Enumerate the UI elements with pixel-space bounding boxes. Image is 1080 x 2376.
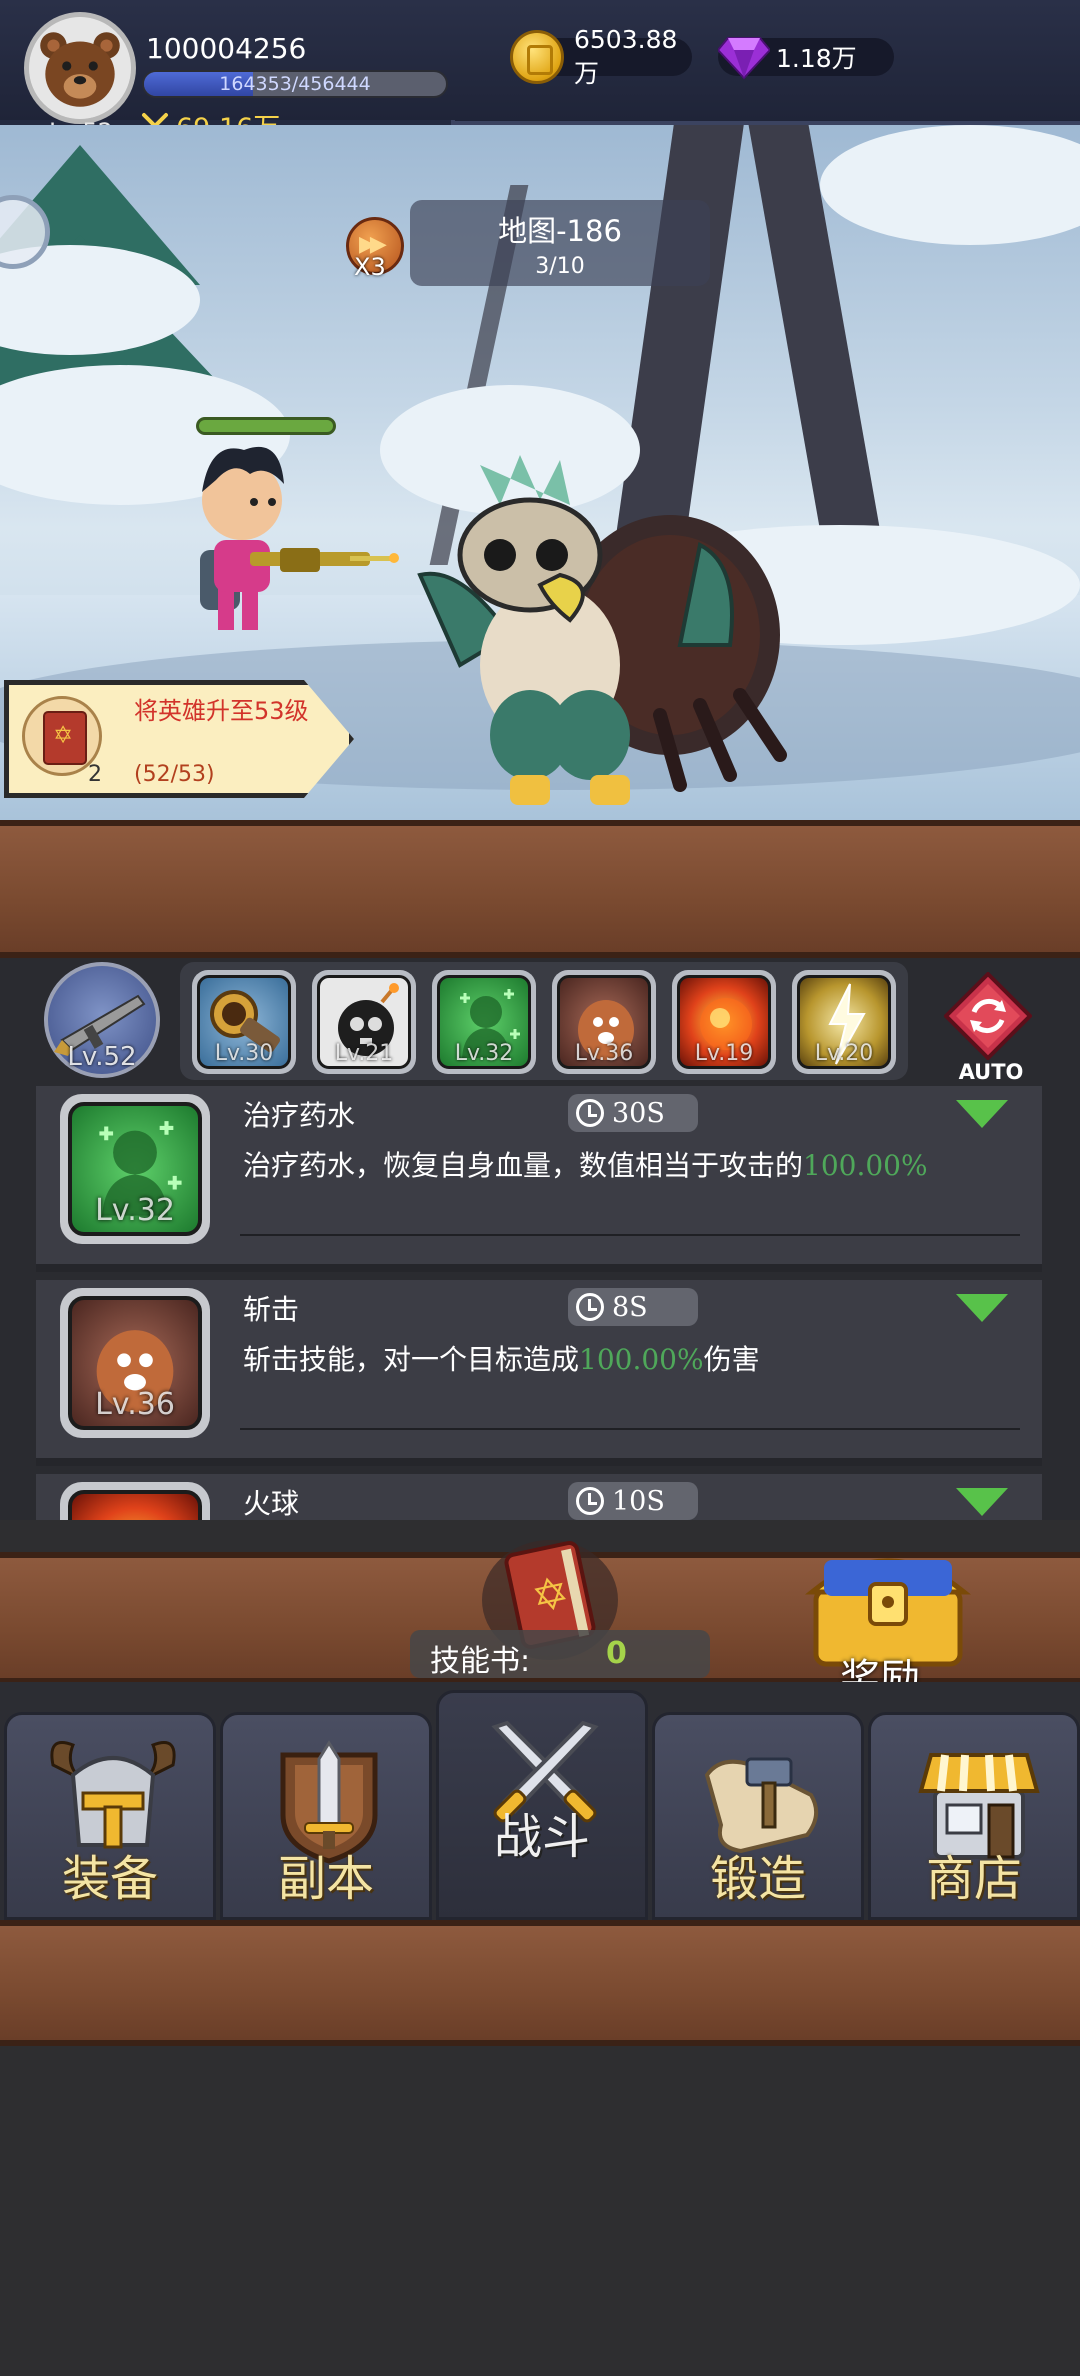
wood-divider — [0, 820, 1080, 958]
bear-avatar-icon — [29, 17, 131, 119]
skill-slot[interactable]: Lv.20 — [792, 970, 896, 1074]
skill-slot-level: Lv.32 — [454, 1041, 514, 1066]
skill-description: 治疗药水，恢复自身血量，数值相当于攻击的100.00% — [243, 1144, 928, 1184]
skill-card-icon: Lv.36 — [60, 1288, 210, 1438]
quest-banner[interactable]: 2 将英雄升至53级 (52/53) — [4, 680, 354, 798]
quest-progress: (52/53) — [134, 762, 215, 787]
nav-dungeon[interactable]: 副本 — [220, 1712, 432, 1920]
skill-name: 治疗药水 — [243, 1099, 356, 1132]
wood-divider — [0, 1920, 1080, 2046]
weapon-slot[interactable]: Lv.52 — [44, 962, 160, 1078]
skill-slot[interactable]: Lv.30 — [192, 970, 296, 1074]
nav-label: 战斗 — [493, 1809, 590, 1865]
skill-list[interactable]: Lv.32 治疗药水 30S 治疗药水，恢复自身血量，数值相当于攻击的100.0… — [36, 1086, 1042, 1520]
skill-cooldown: 8S — [568, 1288, 698, 1326]
exp-bar: 164353/456444 — [142, 70, 448, 98]
divider — [240, 1234, 1020, 1236]
weapon-level: Lv.52 — [67, 1042, 137, 1072]
gem-counter[interactable]: 1.18万 — [718, 37, 894, 80]
auto-label: AUTO — [958, 1060, 1024, 1084]
skill-card[interactable]: 火球 10S — [36, 1474, 1042, 1520]
nav-label: 锻造 — [709, 1851, 806, 1907]
skill-description-value: 100.00% — [579, 1343, 704, 1376]
player-id: 100004256 — [146, 32, 307, 65]
skill-slot[interactable]: Lv.19 — [672, 970, 776, 1074]
skull-bird-boss-monster — [417, 455, 787, 805]
divider — [240, 1428, 1020, 1430]
skill-slot[interactable]: Lv.36 — [552, 970, 656, 1074]
expand-arrow-icon[interactable] — [956, 1100, 1008, 1128]
skill-book-label: 技能书: — [430, 1644, 531, 1679]
coin-value: 6503.88万 — [574, 24, 678, 88]
speed-label: X3 — [354, 253, 386, 281]
auto-cast-button[interactable] — [944, 972, 1032, 1060]
clock-icon — [576, 1099, 604, 1127]
skill-card-icon: Lv.32 — [60, 1094, 210, 1244]
skill-name: 火球 — [243, 1487, 300, 1520]
coin-counter[interactable]: 6503.88万 — [510, 25, 692, 88]
skill-description-value: 100.00% — [803, 1149, 928, 1182]
skill-card-level: Lv.32 — [95, 1193, 175, 1228]
hero-hp-bar — [196, 417, 336, 435]
skill-cooldown-value: 10S — [612, 1485, 665, 1517]
skill-slot[interactable]: Lv.21 — [312, 970, 416, 1074]
player-avatar[interactable] — [24, 12, 136, 124]
skill-slot-level: Lv.20 — [814, 1041, 874, 1066]
clock-icon — [576, 1293, 604, 1321]
skill-cooldown-value: 30S — [612, 1097, 665, 1129]
skill-book-count: 0 — [606, 1636, 627, 1671]
skill-slot-level: Lv.21 — [334, 1041, 394, 1066]
wave-progress: 3/10 — [535, 254, 585, 279]
skill-description-suffix: 伤害 — [703, 1343, 760, 1376]
skill-slot[interactable]: Lv.32 — [432, 970, 536, 1074]
skill-slot-level: Lv.19 — [694, 1041, 754, 1066]
skill-card[interactable]: Lv.32 治疗药水 30S 治疗药水，恢复自身血量，数值相当于攻击的100.0… — [36, 1086, 1042, 1272]
skill-description-text: 斩击技能，对一个目标造成 — [243, 1343, 580, 1376]
nav-shop[interactable]: 商店 — [868, 1712, 1080, 1920]
nav-label: 副本 — [277, 1851, 374, 1907]
nav-label: 装备 — [61, 1851, 158, 1907]
nav-label: 商店 — [925, 1851, 1022, 1907]
gold-coin-icon — [510, 30, 564, 84]
skill-cooldown: 30S — [568, 1094, 698, 1132]
nav-forge[interactable]: 锻造 — [652, 1712, 864, 1920]
skill-card-icon — [60, 1482, 210, 1520]
purple-gem-icon — [718, 37, 770, 80]
expand-arrow-icon[interactable] — [956, 1488, 1008, 1516]
quest-title: 将英雄升至53级 — [134, 697, 309, 725]
nav-equipment[interactable]: 装备 — [4, 1712, 216, 1920]
map-name: 地图-186 — [498, 214, 622, 248]
skill-card[interactable]: Lv.36 斩击 8S 斩击技能，对一个目标造成100.00%伤害 — [36, 1280, 1042, 1466]
skill-name: 斩击 — [243, 1293, 300, 1326]
map-info-panel: 地图-186 3/10 — [410, 200, 710, 286]
skill-cooldown: 10S — [568, 1482, 698, 1520]
clock-icon — [576, 1487, 604, 1515]
skill-book-counter: 技能书: 0 — [410, 1630, 710, 1679]
skill-description: 斩击技能，对一个目标造成100.00%伤害 — [243, 1338, 760, 1378]
skill-slot-level: Lv.36 — [574, 1041, 634, 1066]
battle-scene: X3 地图-186 3/10 — [0, 125, 1080, 820]
skill-card-level: Lv.36 — [95, 1387, 175, 1422]
nav-battle[interactable]: 战斗 — [436, 1690, 648, 1920]
expand-arrow-icon[interactable] — [956, 1294, 1008, 1322]
game-screen: Lv.52 100004256 164353/456444 69.16万 650… — [0, 0, 1080, 2376]
exp-text: 164353/456444 — [219, 73, 371, 95]
quest-reward-count: 2 — [88, 762, 102, 787]
skill-description-text: 治疗药水，恢复自身血量，数值相当于攻击的 — [243, 1149, 804, 1182]
skill-slot-level: Lv.30 — [214, 1041, 274, 1066]
skill-cooldown-value: 8S — [612, 1291, 648, 1323]
gem-value: 1.18万 — [776, 44, 857, 73]
hero-gunner-character — [200, 446, 399, 630]
snow-mound — [820, 125, 1080, 245]
